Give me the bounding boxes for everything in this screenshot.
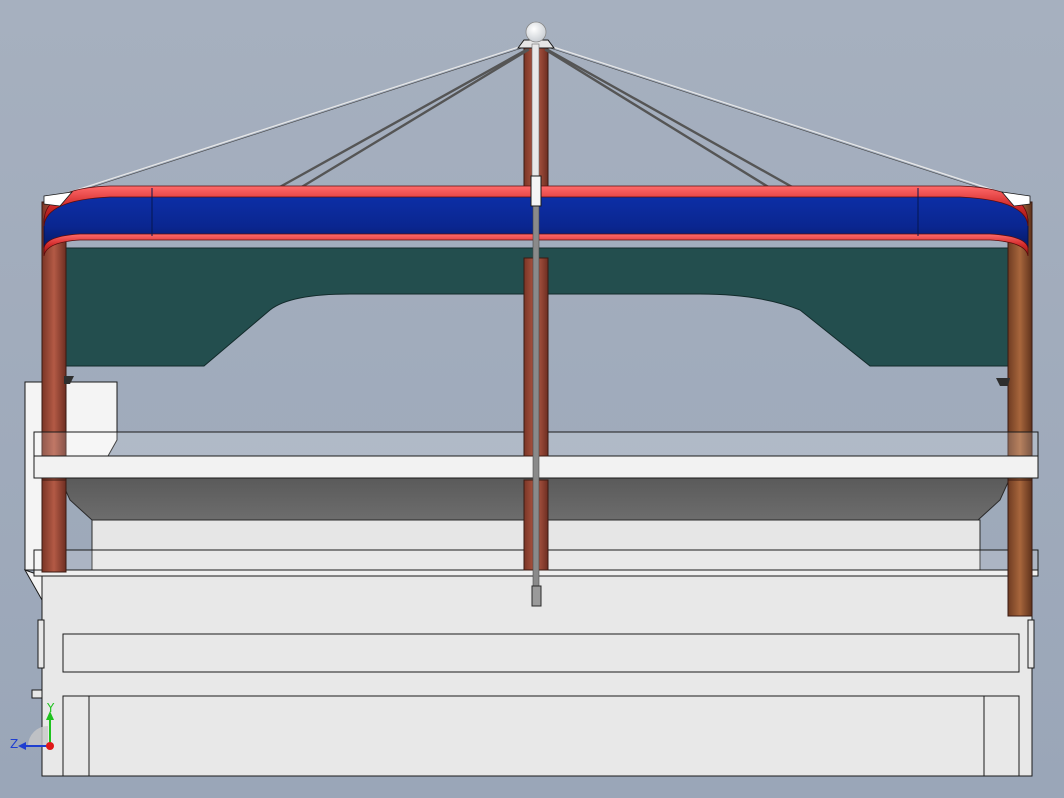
triad-arc: [28, 726, 48, 746]
mast-light: [525, 21, 547, 43]
cad-viewport[interactable]: Y Z: [0, 0, 1064, 798]
triad-z-arrow-icon: [18, 742, 26, 750]
triad-x-axis-dot: [46, 742, 54, 750]
right-post-lower: [1007, 479, 1033, 617]
triad-z-label: Z: [10, 737, 18, 751]
hull-lower-panel: [62, 695, 1020, 777]
hull-upper-panel: [62, 633, 1020, 673]
rod-end: [531, 585, 542, 607]
right-bracket: [996, 378, 1010, 386]
rod-clamp: [530, 175, 542, 207]
left-post-lower: [41, 479, 67, 573]
triad-y-label: Y: [46, 701, 55, 715]
